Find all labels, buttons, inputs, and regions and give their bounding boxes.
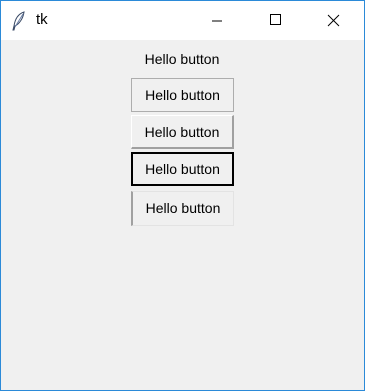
minimize-button[interactable]: [194, 1, 240, 40]
hello-button-raised[interactable]: Hello button: [131, 115, 234, 149]
maximize-icon: [270, 14, 281, 25]
hello-button-focused[interactable]: Hello button: [131, 152, 234, 186]
hello-button-solid[interactable]: Hello button: [131, 78, 234, 112]
feather-icon: [11, 11, 27, 31]
hello-label: Hello button: [144, 51, 220, 67]
window-title: tk: [36, 11, 48, 28]
close-icon: [327, 14, 340, 27]
minimize-icon: [212, 20, 222, 22]
window-content: Hello button Hello button Hello button H…: [1, 40, 364, 390]
title-bar[interactable]: tk: [1, 1, 364, 40]
maximize-button[interactable]: [251, 1, 297, 40]
hello-button-sunken[interactable]: Hello button: [131, 191, 234, 226]
close-button[interactable]: [310, 1, 356, 40]
app-window: tk Hello button Hello button Hello butto…: [0, 0, 365, 391]
